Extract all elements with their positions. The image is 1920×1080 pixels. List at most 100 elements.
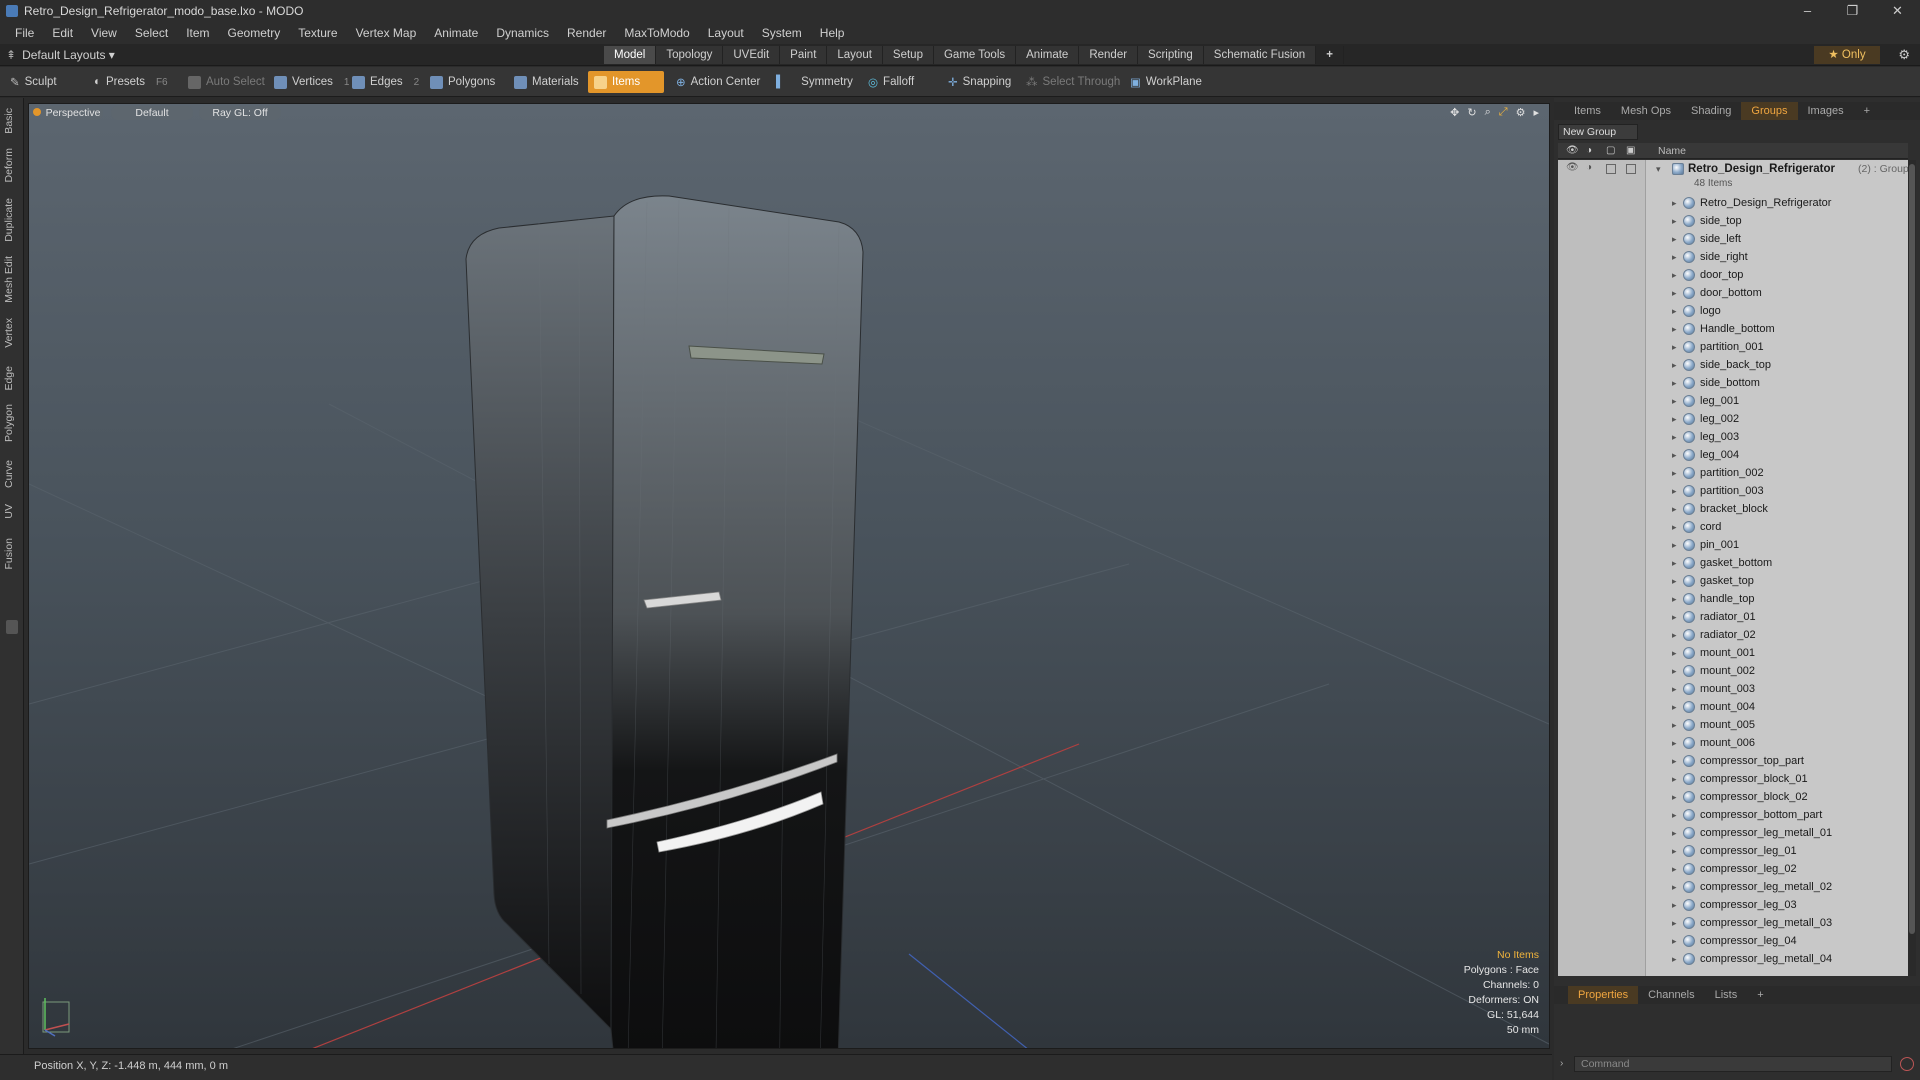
menu-vertex-map[interactable]: Vertex Map: [347, 22, 426, 44]
tab-deform[interactable]: Deform: [3, 148, 15, 182]
group-item-row[interactable]: ▸ leg_001: [1558, 392, 1908, 410]
tab-scripting[interactable]: Scripting: [1138, 46, 1204, 64]
row-expand-icon[interactable]: ▸: [1672, 788, 1677, 806]
falloff-button[interactable]: ◎ Falloff: [862, 71, 920, 93]
tab-fusion[interactable]: Fusion: [3, 538, 15, 570]
row-expand-icon[interactable]: ▸: [1672, 482, 1677, 500]
group-item-row[interactable]: ▸ compressor_leg_01: [1558, 842, 1908, 860]
shading-mode-button[interactable]: Default: [111, 106, 193, 120]
tab-vertex[interactable]: Vertex: [3, 318, 15, 348]
auto-select-button[interactable]: Auto Select: [182, 71, 271, 93]
name-column-header[interactable]: Name: [1658, 143, 1686, 159]
tab-channels[interactable]: Channels: [1638, 986, 1704, 1004]
tab-setup[interactable]: Setup: [882, 46, 934, 64]
row-expand-icon[interactable]: ▸: [1672, 572, 1677, 590]
only-toggle[interactable]: ★ Only: [1814, 46, 1880, 64]
row-expand-icon[interactable]: ▸: [1672, 806, 1677, 824]
group-item-row[interactable]: ▸ door_bottom: [1558, 284, 1908, 302]
group-item-row[interactable]: ▸ compressor_block_01: [1558, 770, 1908, 788]
menu-view[interactable]: View: [82, 22, 126, 44]
tab-images[interactable]: Images: [1798, 102, 1854, 120]
group-item-row[interactable]: ▸ mount_005: [1558, 716, 1908, 734]
tab-polygon[interactable]: Polygon: [3, 404, 15, 442]
group-item-row[interactable]: ▸ leg_002: [1558, 410, 1908, 428]
tab-edge[interactable]: Edge: [3, 366, 15, 391]
menu-file[interactable]: File: [6, 22, 43, 44]
row-expand-icon[interactable]: ▸: [1672, 374, 1677, 392]
menu-render[interactable]: Render: [558, 22, 615, 44]
3d-viewport[interactable]: Perspective Default Ray GL: Off ✥ ↻ ⌕ ⤢ …: [28, 103, 1550, 1049]
menu-geometry[interactable]: Geometry: [219, 22, 290, 44]
row-expand-icon[interactable]: ▸: [1672, 284, 1677, 302]
row-expand-icon[interactable]: ▸: [1672, 914, 1677, 932]
menu-maxtomodo[interactable]: MaxToModo: [615, 22, 698, 44]
row-expand-icon[interactable]: ▸: [1672, 878, 1677, 896]
row-expand-icon[interactable]: ▸: [1672, 446, 1677, 464]
group-item-row[interactable]: ▸ partition_002: [1558, 464, 1908, 482]
tab-animate[interactable]: Animate: [1016, 46, 1080, 64]
tab-game-tools[interactable]: Game Tools: [933, 46, 1017, 64]
tab-lists[interactable]: Lists: [1705, 986, 1748, 1004]
group-item-row[interactable]: ▸ side_right: [1558, 248, 1908, 266]
group-expand-icon[interactable]: ▾: [1656, 160, 1661, 178]
group-item-row[interactable]: ▸ mount_002: [1558, 662, 1908, 680]
group-item-row[interactable]: ▸ cord: [1558, 518, 1908, 536]
group-item-row[interactable]: ▸ compressor_top_part: [1558, 752, 1908, 770]
group-item-row[interactable]: ▸ side_bottom: [1558, 374, 1908, 392]
panel-toggle-icon[interactable]: [6, 620, 18, 634]
ray-gl-button[interactable]: Ray GL: Off: [199, 106, 281, 120]
row-expand-icon[interactable]: ▸: [1672, 302, 1677, 320]
group-item-row[interactable]: ▸ compressor_leg_metall_03: [1558, 914, 1908, 932]
gear-icon[interactable]: ⚙: [1898, 46, 1910, 64]
group-item-row[interactable]: ▸ compressor_leg_metall_04: [1558, 950, 1908, 968]
row-expand-icon[interactable]: ▸: [1672, 824, 1677, 842]
tab-curve[interactable]: Curve: [3, 460, 15, 488]
row-expand-icon[interactable]: ▸: [1672, 698, 1677, 716]
row-expand-icon[interactable]: ▸: [1672, 554, 1677, 572]
row-expand-icon[interactable]: ▸: [1672, 734, 1677, 752]
menu-dynamics[interactable]: Dynamics: [487, 22, 558, 44]
row-expand-icon[interactable]: ▸: [1672, 932, 1677, 950]
group-select-checkbox[interactable]: [1626, 164, 1636, 174]
tab-layout[interactable]: Layout: [827, 46, 883, 64]
menu-help[interactable]: Help: [811, 22, 854, 44]
group-item-row[interactable]: ▸ gasket_top: [1558, 572, 1908, 590]
rotate-view-icon[interactable]: ↻: [1467, 106, 1476, 119]
restore-button[interactable]: ❐: [1830, 0, 1875, 22]
tab-properties[interactable]: Properties: [1568, 986, 1639, 1004]
presets-button[interactable]: ◐ Presets F6: [88, 71, 174, 93]
polygons-button[interactable]: Polygons: [424, 71, 501, 93]
add-panel-tab[interactable]: +: [1854, 102, 1880, 120]
group-root-row[interactable]: 👁 ◑ ▾ Retro_Design_Refrigerator (2) : Gr…: [1558, 160, 1908, 178]
group-item-row[interactable]: ▸ compressor_leg_02: [1558, 860, 1908, 878]
row-expand-icon[interactable]: ▸: [1672, 518, 1677, 536]
add-properties-tab[interactable]: +: [1747, 986, 1773, 1004]
row-expand-icon[interactable]: ▸: [1672, 428, 1677, 446]
group-item-row[interactable]: ▸ partition_003: [1558, 482, 1908, 500]
tab-topology[interactable]: Topology: [656, 46, 724, 64]
group-item-row[interactable]: ▸ handle_top: [1558, 590, 1908, 608]
group-item-row[interactable]: ▸ leg_004: [1558, 446, 1908, 464]
row-expand-icon[interactable]: ▸: [1672, 716, 1677, 734]
menu-system[interactable]: System: [753, 22, 811, 44]
row-expand-icon[interactable]: ▸: [1672, 626, 1677, 644]
row-expand-icon[interactable]: ▸: [1672, 410, 1677, 428]
row-expand-icon[interactable]: ▸: [1672, 248, 1677, 266]
tab-items[interactable]: Items: [1554, 102, 1611, 120]
group-lock-checkbox[interactable]: [1606, 164, 1616, 174]
group-item-row[interactable]: ▸ side_left: [1558, 230, 1908, 248]
workplane-button[interactable]: ▣ WorkPlane: [1124, 71, 1208, 93]
group-item-row[interactable]: ▸ gasket_bottom: [1558, 554, 1908, 572]
row-expand-icon[interactable]: ▸: [1672, 770, 1677, 788]
row-expand-icon[interactable]: ▸: [1672, 590, 1677, 608]
menu-item[interactable]: Item: [177, 22, 218, 44]
row-expand-icon[interactable]: ▸: [1672, 212, 1677, 230]
group-item-row[interactable]: ▸ logo: [1558, 302, 1908, 320]
row-expand-icon[interactable]: ▸: [1672, 356, 1677, 374]
group-item-row[interactable]: ▸ door_top: [1558, 266, 1908, 284]
items-button[interactable]: Items: [588, 71, 664, 93]
viewport-settings-icon[interactable]: ⚙: [1516, 106, 1526, 119]
tab-uvedit[interactable]: UVEdit: [723, 46, 781, 64]
menu-animate[interactable]: Animate: [425, 22, 487, 44]
record-icon[interactable]: [1900, 1057, 1914, 1071]
